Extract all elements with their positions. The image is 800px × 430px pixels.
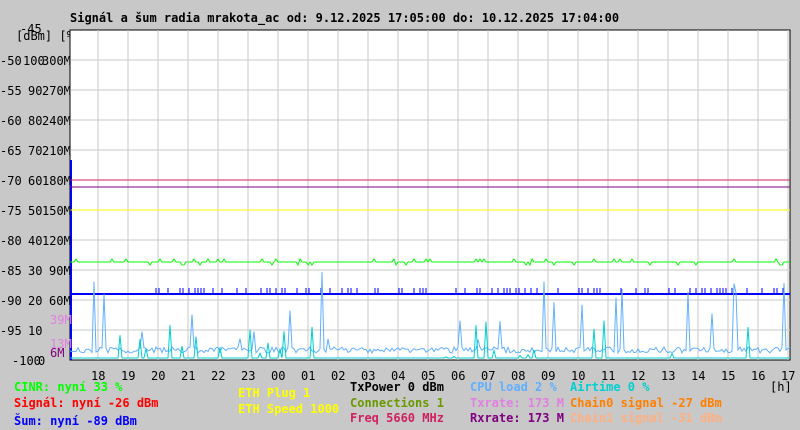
y-tick-pct: 90 <box>28 84 43 98</box>
plot-background <box>69 29 791 361</box>
y-tick-pct: 70 <box>28 144 43 158</box>
y-tick-rate: 210M <box>42 144 71 158</box>
y-tick-rate: 300M <box>42 54 71 68</box>
x-tick: 16 <box>751 369 766 383</box>
legend-item: Txrate: 173 M <box>470 396 564 410</box>
legend-item: Signál: nyní -26 dBm <box>14 396 159 410</box>
legend-item: Rxrate: 173 M <box>470 411 564 425</box>
legend-item: ETH Speed 1000 <box>238 402 340 416</box>
y-tick-pct: 20 <box>28 294 43 308</box>
y-tick-dbm: -75 <box>0 204 22 218</box>
x-tick: 14 <box>691 369 706 383</box>
x-tick: 20 <box>151 369 166 383</box>
y-tick-dbm: -80 <box>0 234 22 248</box>
y-tick-rate: 240M <box>42 114 71 128</box>
legend-item: ETH Plug 1 <box>238 386 311 400</box>
y-tick-rate: 60M <box>49 294 71 308</box>
legend-item: Connections 1 <box>350 396 444 410</box>
y-tick-dbm: -55 <box>0 84 22 98</box>
y-tick-pct: 0 <box>38 354 46 368</box>
legend-item: Freq 5660 MHz <box>350 411 444 425</box>
y-tick-dbm: -95 <box>0 324 22 338</box>
y-tick-dbm: -85 <box>0 264 22 278</box>
legend-item: Airtime 0 % <box>570 380 650 394</box>
x-tick: 17 <box>781 369 796 383</box>
y-tick-rate: 270M <box>42 84 71 98</box>
legend-item: Šum: nyní -89 dBm <box>14 414 137 428</box>
chart: Signál a šum radia mrakota_ac od: 9.12.2… <box>0 0 800 430</box>
y-tick-dbm: -65 <box>0 144 22 158</box>
y-tick-dbm: -70 <box>0 174 22 188</box>
rate-marker: 6M <box>50 346 65 360</box>
rate-marker: 39M <box>50 313 72 327</box>
y-tick-pct: 50 <box>28 204 43 218</box>
x-tick: 06 <box>451 369 466 383</box>
legend-item: CINR: nyní 33 % <box>14 380 123 394</box>
x-tick: 00 <box>271 369 286 383</box>
y-tick-dbm: -45 <box>20 22 42 36</box>
x-tick: 13 <box>661 369 676 383</box>
y-tick-dbm: -100 <box>12 354 41 368</box>
x-tick: 23 <box>241 369 256 383</box>
x-tick: 15 <box>721 369 736 383</box>
x-tick: 21 <box>181 369 196 383</box>
y-tick-dbm: -90 <box>0 294 22 308</box>
y-tick-pct: 60 <box>28 174 43 188</box>
x-tick: 19 <box>121 369 136 383</box>
legend-item: Chain1 signal -31 dBm <box>570 411 722 425</box>
legend-item: CPU load 2 % <box>470 380 557 394</box>
y-tick-rate: 120M <box>42 234 71 248</box>
y-tick-pct: 40 <box>28 234 43 248</box>
legend-item: TxPower 0 dBm <box>350 380 444 394</box>
y-tick-pct: 30 <box>28 264 43 278</box>
x-tick: 01 <box>301 369 316 383</box>
y-tick-pct: 80 <box>28 114 43 128</box>
y-tick-rate: 150M <box>42 204 71 218</box>
x-tick: 22 <box>211 369 226 383</box>
x-tick: 02 <box>331 369 346 383</box>
y-tick-rate: 90M <box>49 264 71 278</box>
y-tick-rate: 180M <box>42 174 71 188</box>
legend-item: Chain0 signal -27 dBm <box>570 396 722 410</box>
y-tick-dbm: -60 <box>0 114 22 128</box>
y-tick-pct: 10 <box>28 324 43 338</box>
y-tick-dbm: -50 <box>0 54 22 68</box>
plot-area <box>69 29 791 361</box>
